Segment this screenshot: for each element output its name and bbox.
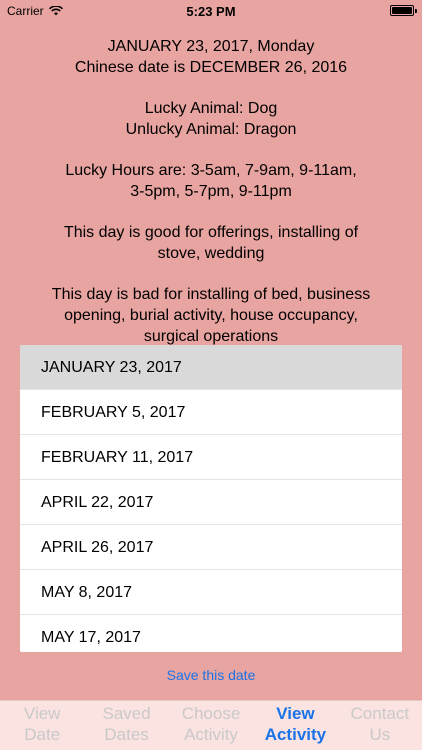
bad-for-line-2: opening, burial activity, house occupanc…	[64, 307, 358, 324]
tab-saved-dates[interactable]: Saved Dates	[84, 701, 168, 750]
day-info: JANUARY 23, 2017, Monday Chinese date is…	[20, 36, 402, 367]
bad-for-line-3: surgical operations	[143, 328, 279, 345]
status-bar: Carrier 5:23 PM	[0, 0, 422, 22]
tab-contact-us[interactable]: Contact Us	[338, 701, 422, 750]
chinese-date: Chinese date is DECEMBER 26, 2016	[74, 59, 348, 76]
date-option[interactable]: FEBRUARY 5, 2017	[20, 390, 402, 435]
animal-block: Lucky Animal: Dog Unlucky Animal: Dragon	[20, 98, 402, 140]
date-line: JANUARY 23, 2017, Monday	[107, 38, 315, 55]
lucky-hours-block: Lucky Hours are: 3-5am, 7-9am, 9-11am, 3…	[20, 160, 402, 202]
battery-icon	[390, 5, 417, 16]
date-block: JANUARY 23, 2017, Monday Chinese date is…	[20, 36, 402, 78]
date-option[interactable]: APRIL 22, 2017	[20, 480, 402, 525]
good-for-line-1: This day is good for offerings, installi…	[63, 224, 359, 241]
tab-bar: View Date Saved Dates Choose Activity Vi…	[0, 700, 422, 750]
bad-for-block: This day is bad for installing of bed, b…	[20, 284, 402, 347]
tab-view-date[interactable]: View Date	[0, 701, 84, 750]
date-option[interactable]: MAY 17, 2017	[20, 615, 402, 652]
date-option-selected[interactable]: JANUARY 23, 2017	[20, 345, 402, 390]
date-option[interactable]: MAY 8, 2017	[20, 570, 402, 615]
status-time: 5:23 PM	[186, 4, 236, 19]
tab-choose-activity[interactable]: Choose Activity	[169, 701, 253, 750]
lucky-hours-line-1: Lucky Hours are: 3-5am, 7-9am, 9-11am,	[65, 162, 357, 179]
unlucky-animal: Unlucky Animal: Dragon	[125, 121, 297, 138]
date-option[interactable]: APRIL 26, 2017	[20, 525, 402, 570]
save-date-button[interactable]: Save this date	[0, 667, 422, 683]
status-right	[390, 5, 417, 16]
lucky-hours-line-2: 3-5pm, 5-7pm, 9-11pm	[130, 183, 292, 200]
tab-view-activity[interactable]: View Activity	[253, 701, 337, 750]
date-picker-list[interactable]: JANUARY 23, 2017 FEBRUARY 5, 2017 FEBRUA…	[20, 345, 402, 652]
lucky-animal: Lucky Animal: Dog	[144, 100, 278, 117]
date-option[interactable]: FEBRUARY 11, 2017	[20, 435, 402, 480]
good-for-block: This day is good for offerings, installi…	[20, 222, 402, 264]
bad-for-line-1: This day is bad for installing of bed, b…	[51, 286, 371, 303]
good-for-line-2: stove, wedding	[157, 245, 265, 262]
